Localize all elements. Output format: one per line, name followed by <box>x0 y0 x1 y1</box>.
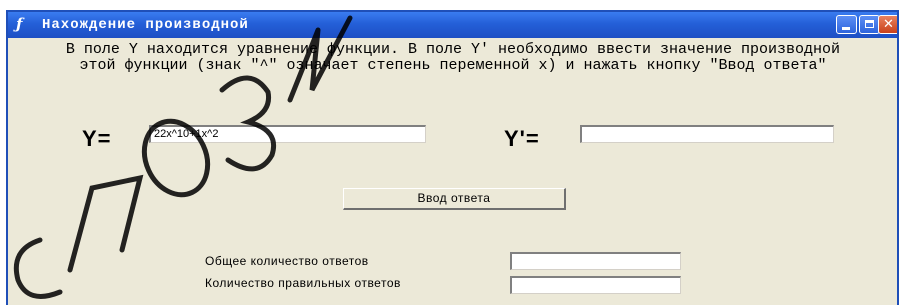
function-icon: ƒ <box>16 15 23 33</box>
maximize-button[interactable] <box>859 15 880 34</box>
correct-answers-field <box>510 276 681 294</box>
maximize-icon <box>865 20 874 28</box>
function-label: Y= <box>82 126 112 151</box>
total-answers-field <box>510 252 681 270</box>
minimize-icon <box>842 27 850 30</box>
close-icon: ✕ <box>883 17 894 32</box>
instruction-text: В поле Y находится уравнение функции. В … <box>65 41 841 74</box>
total-answers-label: Общее количество ответов <box>205 254 369 268</box>
function-field[interactable]: 22x^10+1x^2 <box>149 125 426 143</box>
derivative-window: ƒ Нахождение производной ✕ В поле Y нахо… <box>6 10 899 305</box>
submit-answer-button[interactable]: Ввод ответа <box>343 188 566 210</box>
close-button[interactable]: ✕ <box>878 15 897 34</box>
correct-answers-label: Количество правильных ответов <box>205 276 401 290</box>
derivative-input[interactable] <box>580 125 834 143</box>
window-title: Нахождение производной <box>42 17 249 33</box>
title-bar[interactable]: ƒ Нахождение производной ✕ <box>8 12 897 38</box>
minimize-button[interactable] <box>836 15 857 34</box>
derivative-label: Y'= <box>504 126 540 151</box>
